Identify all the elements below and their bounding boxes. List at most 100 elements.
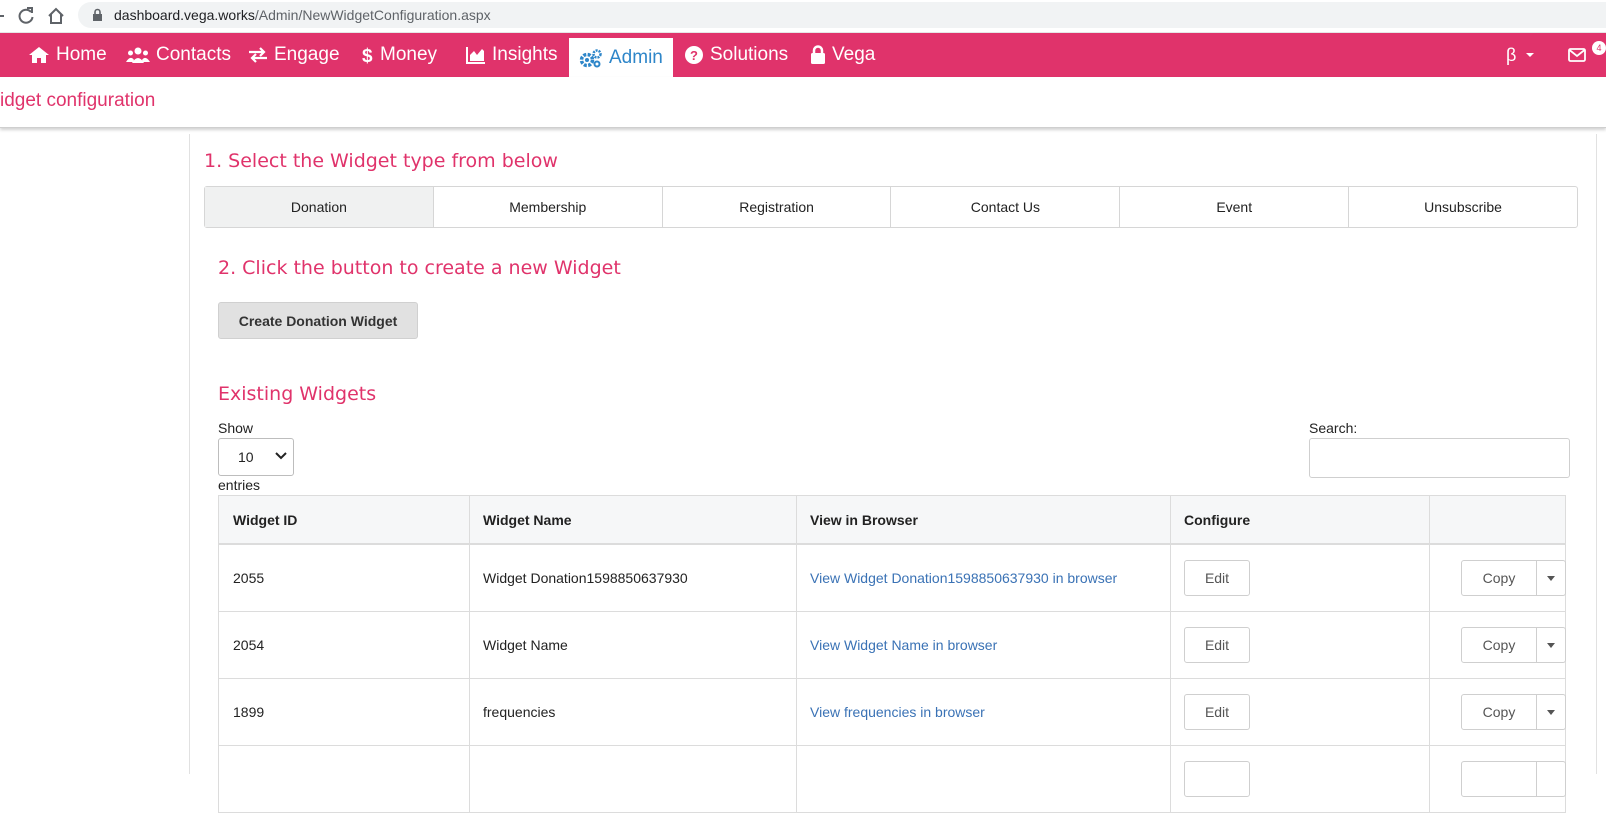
view-in-browser-link[interactable]: View frequencies in browser [810, 704, 985, 720]
nav-contacts[interactable]: Contacts [126, 33, 231, 77]
nav-solutions-label: Solutions [710, 44, 789, 65]
nav-home-label: Home [56, 44, 107, 65]
copy-button-group: Copy [1461, 560, 1566, 596]
edit-button[interactable]: Edit [1184, 627, 1250, 663]
show-label: Show [218, 420, 254, 436]
nav-insights-label: Insights [492, 44, 558, 65]
step2-heading: 2. Click the button to create a new Widg… [218, 257, 621, 279]
table-row: 2055 Widget Donation1598850637930 View W… [219, 545, 1566, 612]
nav-admin-label: Admin [609, 46, 663, 68]
page-header: idget configuration [0, 77, 1606, 128]
reload-icon[interactable] [16, 6, 36, 26]
browser-toolbar: dashboard.vega.works/Admin/NewWidgetConf… [0, 0, 1606, 33]
entries-label: entries [218, 477, 261, 493]
mail-badge: 4 [1592, 41, 1606, 55]
widget-name-cell: Widget Name [483, 637, 568, 653]
beta-menu[interactable]: β [1506, 33, 1535, 77]
back-icon[interactable] [0, 6, 12, 26]
page-size-value: 10 [238, 449, 254, 465]
nav-engage[interactable]: Engage [248, 33, 340, 77]
chevron-down-icon [275, 452, 287, 460]
tab-donation[interactable]: Donation [205, 187, 434, 227]
copy-button-partial[interactable] [1461, 761, 1537, 797]
table-row: 2054 Widget Name View Widget Name in bro… [219, 612, 1566, 679]
widget-id-cell: 1899 [233, 704, 265, 720]
svg-text:$: $ [362, 46, 373, 65]
create-widget-button[interactable]: Create Donation Widget [218, 302, 418, 339]
tab-unsubscribe[interactable]: Unsubscribe [1349, 187, 1577, 227]
cogs-icon [579, 48, 602, 67]
widget-name-cell: frequencies [483, 704, 556, 720]
widgets-table: Widget ID Widget Name View in Browser Co… [218, 495, 1566, 813]
nav-home[interactable]: Home [28, 33, 107, 77]
tab-event[interactable]: Event [1120, 187, 1350, 227]
col-widget-id[interactable]: Widget ID [219, 496, 469, 543]
copy-button[interactable]: Copy [1461, 560, 1537, 596]
edit-button-partial[interactable] [1184, 761, 1250, 797]
col-configure[interactable]: Configure [1170, 496, 1429, 543]
view-in-browser-link[interactable]: View Widget Name in browser [810, 637, 997, 653]
caret-down-icon [1547, 709, 1555, 715]
lock-icon [92, 8, 103, 27]
copy-button[interactable]: Copy [1461, 627, 1537, 663]
padlock-icon [811, 45, 825, 64]
url-text: dashboard.vega.works/Admin/NewWidgetConf… [114, 7, 491, 23]
copy-button[interactable]: Copy [1461, 694, 1537, 730]
beta-label: β [1506, 44, 1517, 65]
step1-heading: 1. Select the Widget type from below [204, 150, 558, 172]
nav-admin[interactable]: Admin [569, 38, 673, 77]
nav-solutions[interactable]: ? Solutions [684, 33, 788, 77]
nav-vega-label: Vega [832, 44, 876, 65]
copy-dropdown-toggle[interactable] [1537, 560, 1566, 596]
widget-type-tabs: Donation Membership Registration Contact… [204, 186, 1578, 228]
question-icon: ? [685, 46, 703, 64]
copy-button-group: Copy [1461, 694, 1566, 730]
page-title: idget configuration [0, 90, 156, 111]
svg-text:?: ? [690, 48, 698, 63]
nav-vega[interactable]: Vega [810, 33, 875, 77]
home-icon [29, 47, 49, 63]
table-row: 1899 frequencies View frequencies in bro… [219, 679, 1566, 746]
copy-button-group-partial [1461, 761, 1566, 797]
edit-button[interactable]: Edit [1184, 560, 1250, 596]
exchange-icon [249, 47, 267, 63]
copy-button-group: Copy [1461, 627, 1566, 663]
url-host: dashboard.vega.works [114, 7, 255, 23]
table-row-partial [219, 746, 1566, 813]
nav-insights[interactable]: Insights [466, 33, 557, 77]
url-path: /Admin/NewWidgetConfiguration.aspx [254, 7, 491, 23]
page-size-select[interactable]: 10 [218, 438, 294, 476]
caret-down-icon [1547, 575, 1555, 581]
copy-dropdown-toggle[interactable] [1537, 627, 1566, 663]
table-header: Widget ID Widget Name View in Browser Co… [219, 496, 1565, 545]
mail-menu[interactable] [1568, 33, 1586, 77]
top-navbar: Home Contacts Engage $ Money Insights Ad… [0, 33, 1606, 77]
col-view-in-browser[interactable]: View in Browser [796, 496, 1170, 543]
edit-button[interactable]: Edit [1184, 694, 1250, 730]
copy-dropdown-toggle-partial[interactable] [1537, 761, 1566, 797]
home-browser-icon[interactable] [46, 6, 66, 26]
tab-contact-us[interactable]: Contact Us [891, 187, 1121, 227]
caret-down-icon [1547, 642, 1555, 648]
col-widget-name[interactable]: Widget Name [469, 496, 796, 543]
address-bar[interactable]: dashboard.vega.works/Admin/NewWidgetConf… [78, 2, 1606, 28]
search-label: Search: [1309, 420, 1358, 436]
col-actions [1429, 496, 1565, 543]
chart-icon [466, 47, 485, 64]
users-icon [126, 47, 150, 63]
nav-contacts-label: Contacts [156, 44, 231, 65]
existing-widgets-heading: Existing Widgets [218, 383, 377, 405]
widget-id-cell: 2054 [233, 637, 265, 653]
widget-id-cell: 2055 [233, 570, 265, 586]
tab-registration[interactable]: Registration [663, 187, 892, 227]
dollar-icon: $ [362, 46, 373, 65]
caret-down-icon [1526, 53, 1535, 57]
envelope-icon [1568, 48, 1586, 62]
tab-membership[interactable]: Membership [434, 187, 663, 227]
widget-name-cell: Widget Donation1598850637930 [483, 570, 688, 586]
search-input[interactable] [1309, 438, 1570, 478]
nav-money-label: Money [380, 44, 438, 65]
nav-money[interactable]: $ Money [362, 33, 437, 77]
copy-dropdown-toggle[interactable] [1537, 694, 1566, 730]
view-in-browser-link[interactable]: View Widget Donation1598850637930 in bro… [810, 570, 1117, 586]
